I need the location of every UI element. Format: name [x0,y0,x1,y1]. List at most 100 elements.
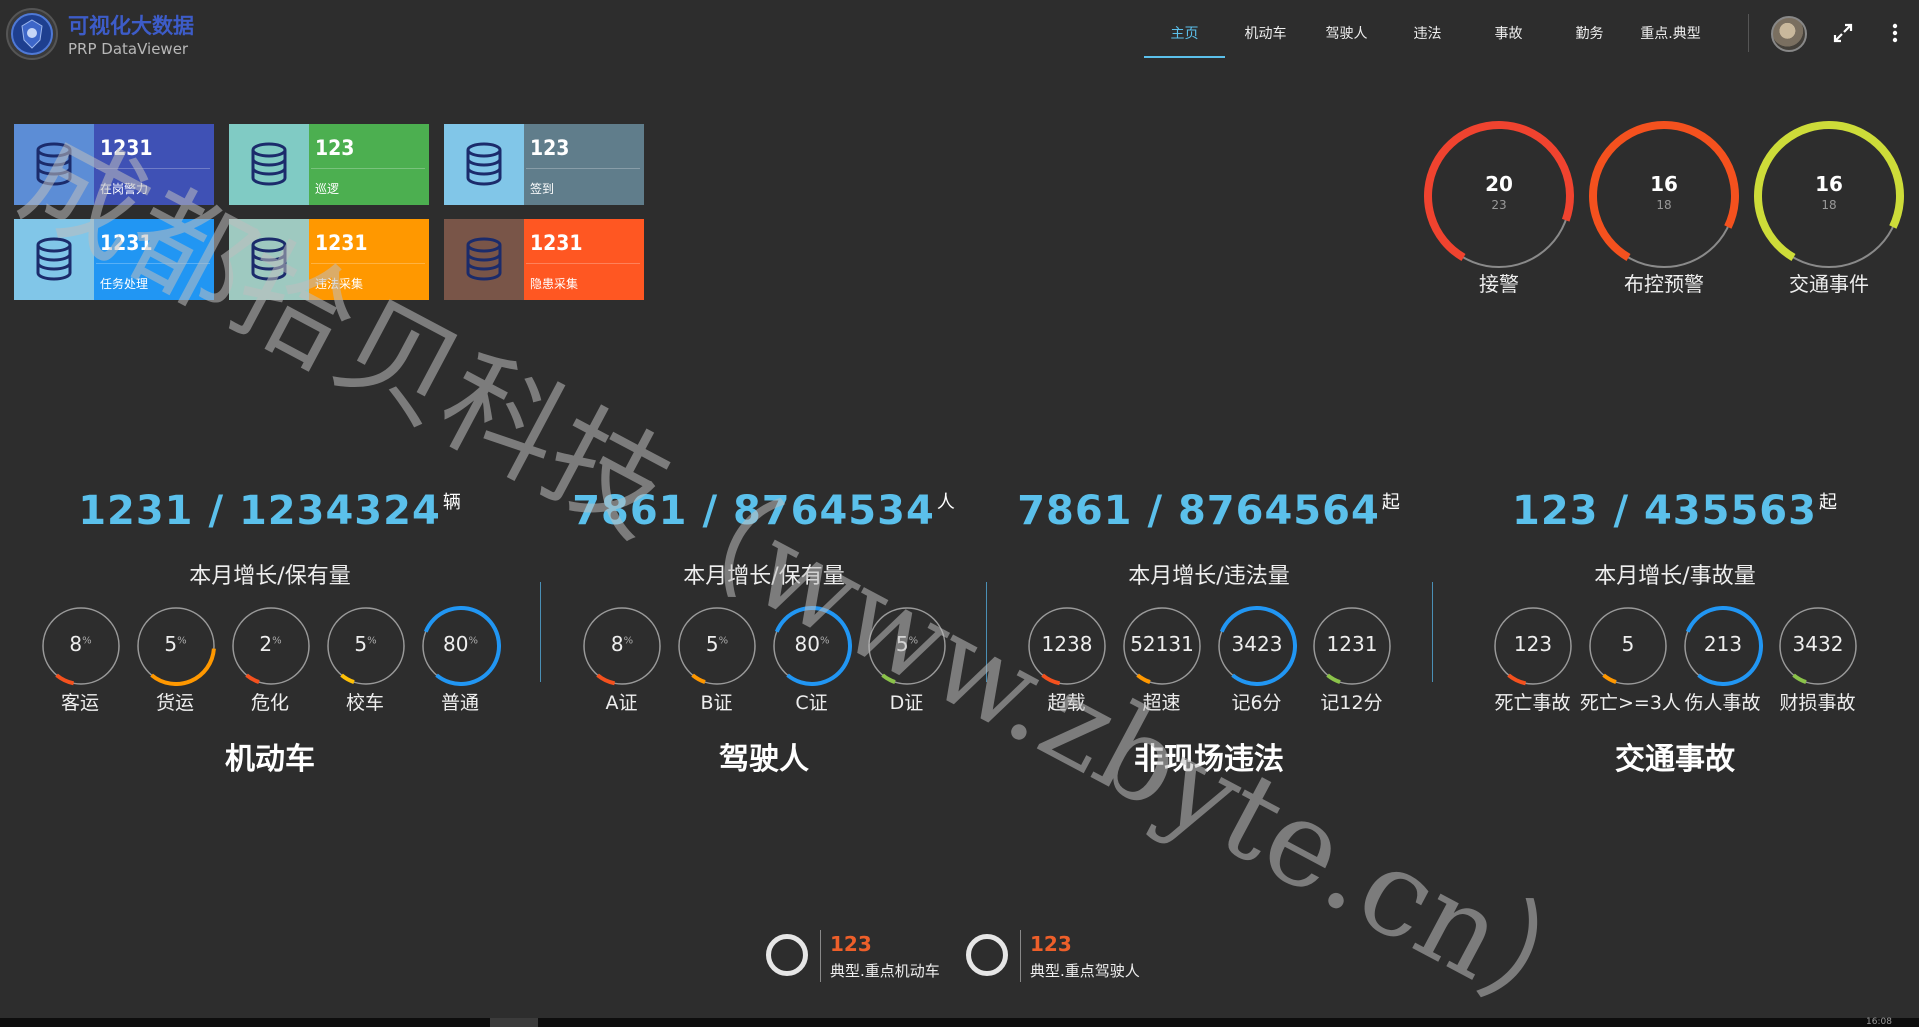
indicator-value: 5% [677,632,757,656]
nav-tab-2[interactable]: 驾驶人 [1306,14,1387,58]
indicator-label: A证 [605,692,638,714]
indicator-arc [691,673,706,684]
percent-sign: % [82,635,92,647]
nav-tab-1[interactable]: 机动车 [1225,14,1306,58]
indicator[interactable]: 5 死亡>=3人 [1580,606,1681,716]
section-unit: 辆 [442,492,462,513]
section-indicators: 123 死亡事故 5 死亡>=3人 213 伤人事故 3432 财损事故 [1485,606,1865,716]
indicator[interactable]: 5% 货运 [128,606,223,716]
stat-tile[interactable]: 1231 隐患采集 [444,219,644,300]
indicator[interactable]: 8% 客运 [33,606,128,716]
indicator[interactable]: 3423 记6分 [1209,606,1304,716]
indicator-number: 5 [895,632,909,656]
indicator-label: 记12分 [1320,692,1383,714]
indicator-arc [596,673,616,686]
section-big-number-text: 7861 / 8764564 [1017,488,1380,534]
indicator[interactable]: 80% C证 [764,606,859,716]
indicator[interactable]: 52131 超速 [1114,606,1209,716]
indicator-number: 8 [69,632,83,656]
nav-tab-6[interactable]: 重点.典型 [1630,14,1711,58]
ring-icon [966,934,1008,976]
tile-value: 1231 [100,231,153,255]
tile-label: 任务处理 [100,277,149,291]
indicator-number: 123 [1513,632,1553,656]
indicator[interactable]: 8% A证 [574,606,669,716]
tile-separator [311,263,425,264]
tile-icon-box [229,219,309,300]
bottom-widget[interactable]: 123 典型.重点机动车 [766,930,966,982]
indicator-label: B证 [700,692,733,714]
indicator-value: 213 [1683,632,1763,656]
database-icon [466,142,502,186]
database-icon [251,142,287,186]
widget-divider [1020,930,1021,982]
nav-tab-0[interactable]: 主页 [1144,14,1225,58]
indicator[interactable]: 123 死亡事故 [1485,606,1580,716]
stat-tile[interactable]: 1231 违法采集 [229,219,429,300]
indicator[interactable]: 80% 普通 [413,606,508,716]
section-big-number: 123 / 435563 起 [1455,488,1895,534]
indicator[interactable]: 5% B证 [669,606,764,716]
indicator[interactable]: 5% D证 [859,606,954,716]
indicator-number: 2 [259,632,273,656]
stat-tile[interactable]: 123 签到 [444,124,644,205]
stat-tile[interactable]: 123 巡逻 [229,124,429,205]
taskbar [0,1018,1919,1027]
section-title: 机动车 [225,742,315,777]
nav-tab-3[interactable]: 违法 [1387,14,1468,58]
tile-separator [96,168,210,169]
gauge-label: 接警 [1479,272,1519,296]
stat-tile[interactable]: 1231 任务处理 [14,219,214,300]
indicator[interactable]: 213 伤人事故 [1675,606,1770,716]
section-subtitle: 本月增长/违法量 [1128,564,1290,589]
gauge-card: 16 18 交通事件 [1751,118,1907,303]
gauge-value: 16 [1815,172,1843,196]
indicator-label: 超速 [1142,692,1181,714]
indicator[interactable]: 2% 危化 [223,606,318,716]
database-icon [251,237,287,281]
section-title: 驾驶人 [719,742,809,777]
summary-section: 1231 / 1234324 辆本月增长/保有量 8% 客运 5% 货运 2% 危化 5% 校车 8… [41,478,501,778]
section-big-number-text: 123 / 435563 [1512,488,1817,534]
gauge-card: 16 18 布控预警 [1586,118,1742,303]
indicator[interactable]: 1231 记12分 [1304,606,1399,716]
summary-section: 7861 / 8764564 起本月增长/违法量 1238 超载 52131 超速 3423… [989,478,1429,778]
tile-value: 123 [315,136,355,160]
section-indicators: 8% A证 5% B证 80% C证 5% D证 [574,606,954,716]
taskbar-item[interactable] [490,1018,538,1027]
tile-value: 1231 [100,136,153,160]
tile-icon-box [444,124,524,205]
more-menu-icon[interactable] [1885,22,1905,44]
nav-tab-4[interactable]: 事故 [1468,14,1549,58]
indicator-number: 3423 [1231,632,1283,656]
bottom-widget[interactable]: 123 典型.重点驾驶人 [966,930,1166,982]
indicator-label: D证 [889,692,924,714]
indicator-label: 财损事故 [1779,692,1856,714]
police-badge-logo [6,8,58,60]
indicator[interactable]: 1238 超载 [1019,606,1114,716]
section-unit: 人 [936,492,956,513]
fullscreen-icon[interactable] [1832,22,1854,44]
section-title: 交通事故 [1615,742,1735,777]
tile-value: 123 [530,136,570,160]
indicator-value: 5% [136,632,216,656]
database-icon [36,142,72,186]
indicator-value: 1238 [1027,632,1107,656]
indicator[interactable]: 5% 校车 [318,606,413,716]
indicator-label: 伤人事故 [1684,692,1761,714]
stat-tile[interactable]: 1231 在岗警力 [14,124,214,205]
taskbar-clock: 16:08 [1866,1017,1892,1027]
tile-label: 在岗警力 [100,182,149,196]
gauge-label: 布控预警 [1624,272,1704,296]
gauge-max: 18 [1656,198,1672,212]
nav-tab-5[interactable]: 勤务 [1549,14,1630,58]
indicator-arc [339,673,355,684]
indicator-arc [1136,673,1151,684]
indicator-label: C证 [795,692,828,714]
database-icon [466,237,502,281]
indicator[interactable]: 3432 财损事故 [1770,606,1865,716]
user-avatar[interactable] [1771,16,1807,52]
tile-label: 巡逻 [315,182,340,196]
widget-label: 典型.重点机动车 [830,962,940,980]
section-unit: 起 [1381,492,1401,513]
